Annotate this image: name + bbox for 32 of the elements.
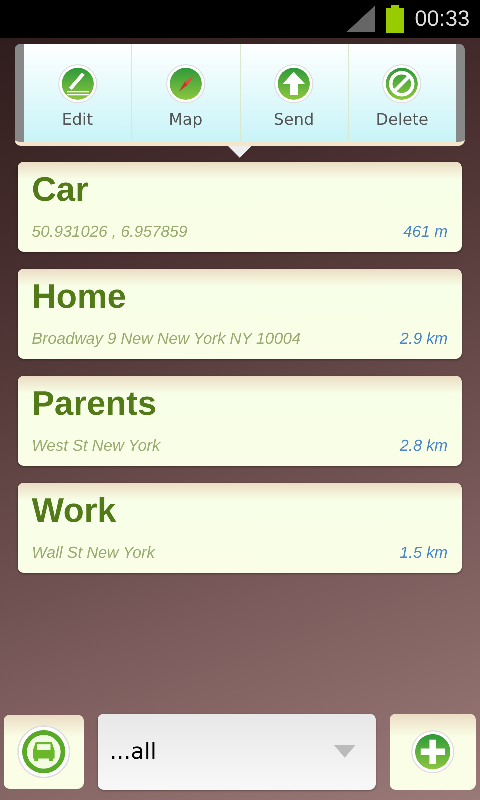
add-button[interactable]: [390, 714, 476, 790]
place-address: 50.931026 , 6.957859: [32, 224, 188, 242]
place-distance: 1.5 km: [400, 545, 448, 563]
clock-time: 00:33: [414, 6, 470, 32]
place-address: Wall St New York: [32, 545, 156, 563]
pencil-icon: [58, 64, 98, 104]
battery-icon: [384, 5, 405, 33]
plus-icon: [411, 730, 455, 774]
place-distance: 2.8 km: [400, 438, 448, 456]
signal-icon: [346, 6, 375, 32]
place-name: Work: [32, 491, 118, 531]
send-action-button[interactable]: Send: [240, 44, 349, 142]
place-card[interactable]: Parents West St New York 2.8 km: [18, 376, 462, 466]
place-name: Car: [32, 170, 90, 210]
place-card[interactable]: Home Broadway 9 New New York NY 10004 2.9 km: [18, 269, 462, 359]
delete-action-button[interactable]: Delete: [348, 44, 456, 142]
place-card[interactable]: Car 50.931026 , 6.957859 461 m: [18, 162, 462, 252]
dropdown-arrow-icon: [334, 745, 356, 759]
delete-icon: [382, 64, 422, 104]
car-button[interactable]: [4, 715, 84, 789]
map-action-button[interactable]: Map: [132, 44, 240, 142]
place-distance: 2.9 km: [400, 331, 448, 349]
filter-dropdown[interactable]: ...all: [98, 714, 376, 790]
place-card[interactable]: Work Wall St New York 1.5 km: [18, 483, 462, 573]
place-name: Home: [32, 277, 128, 317]
car-icon: [17, 725, 71, 779]
edit-action-button[interactable]: Edit: [24, 44, 132, 142]
compass-icon: [166, 64, 206, 104]
place-name: Parents: [32, 384, 158, 424]
place-address: West St New York: [32, 438, 160, 456]
place-distance: 461 m: [404, 224, 448, 242]
place-address: Broadway 9 New New York NY 10004: [32, 331, 301, 349]
